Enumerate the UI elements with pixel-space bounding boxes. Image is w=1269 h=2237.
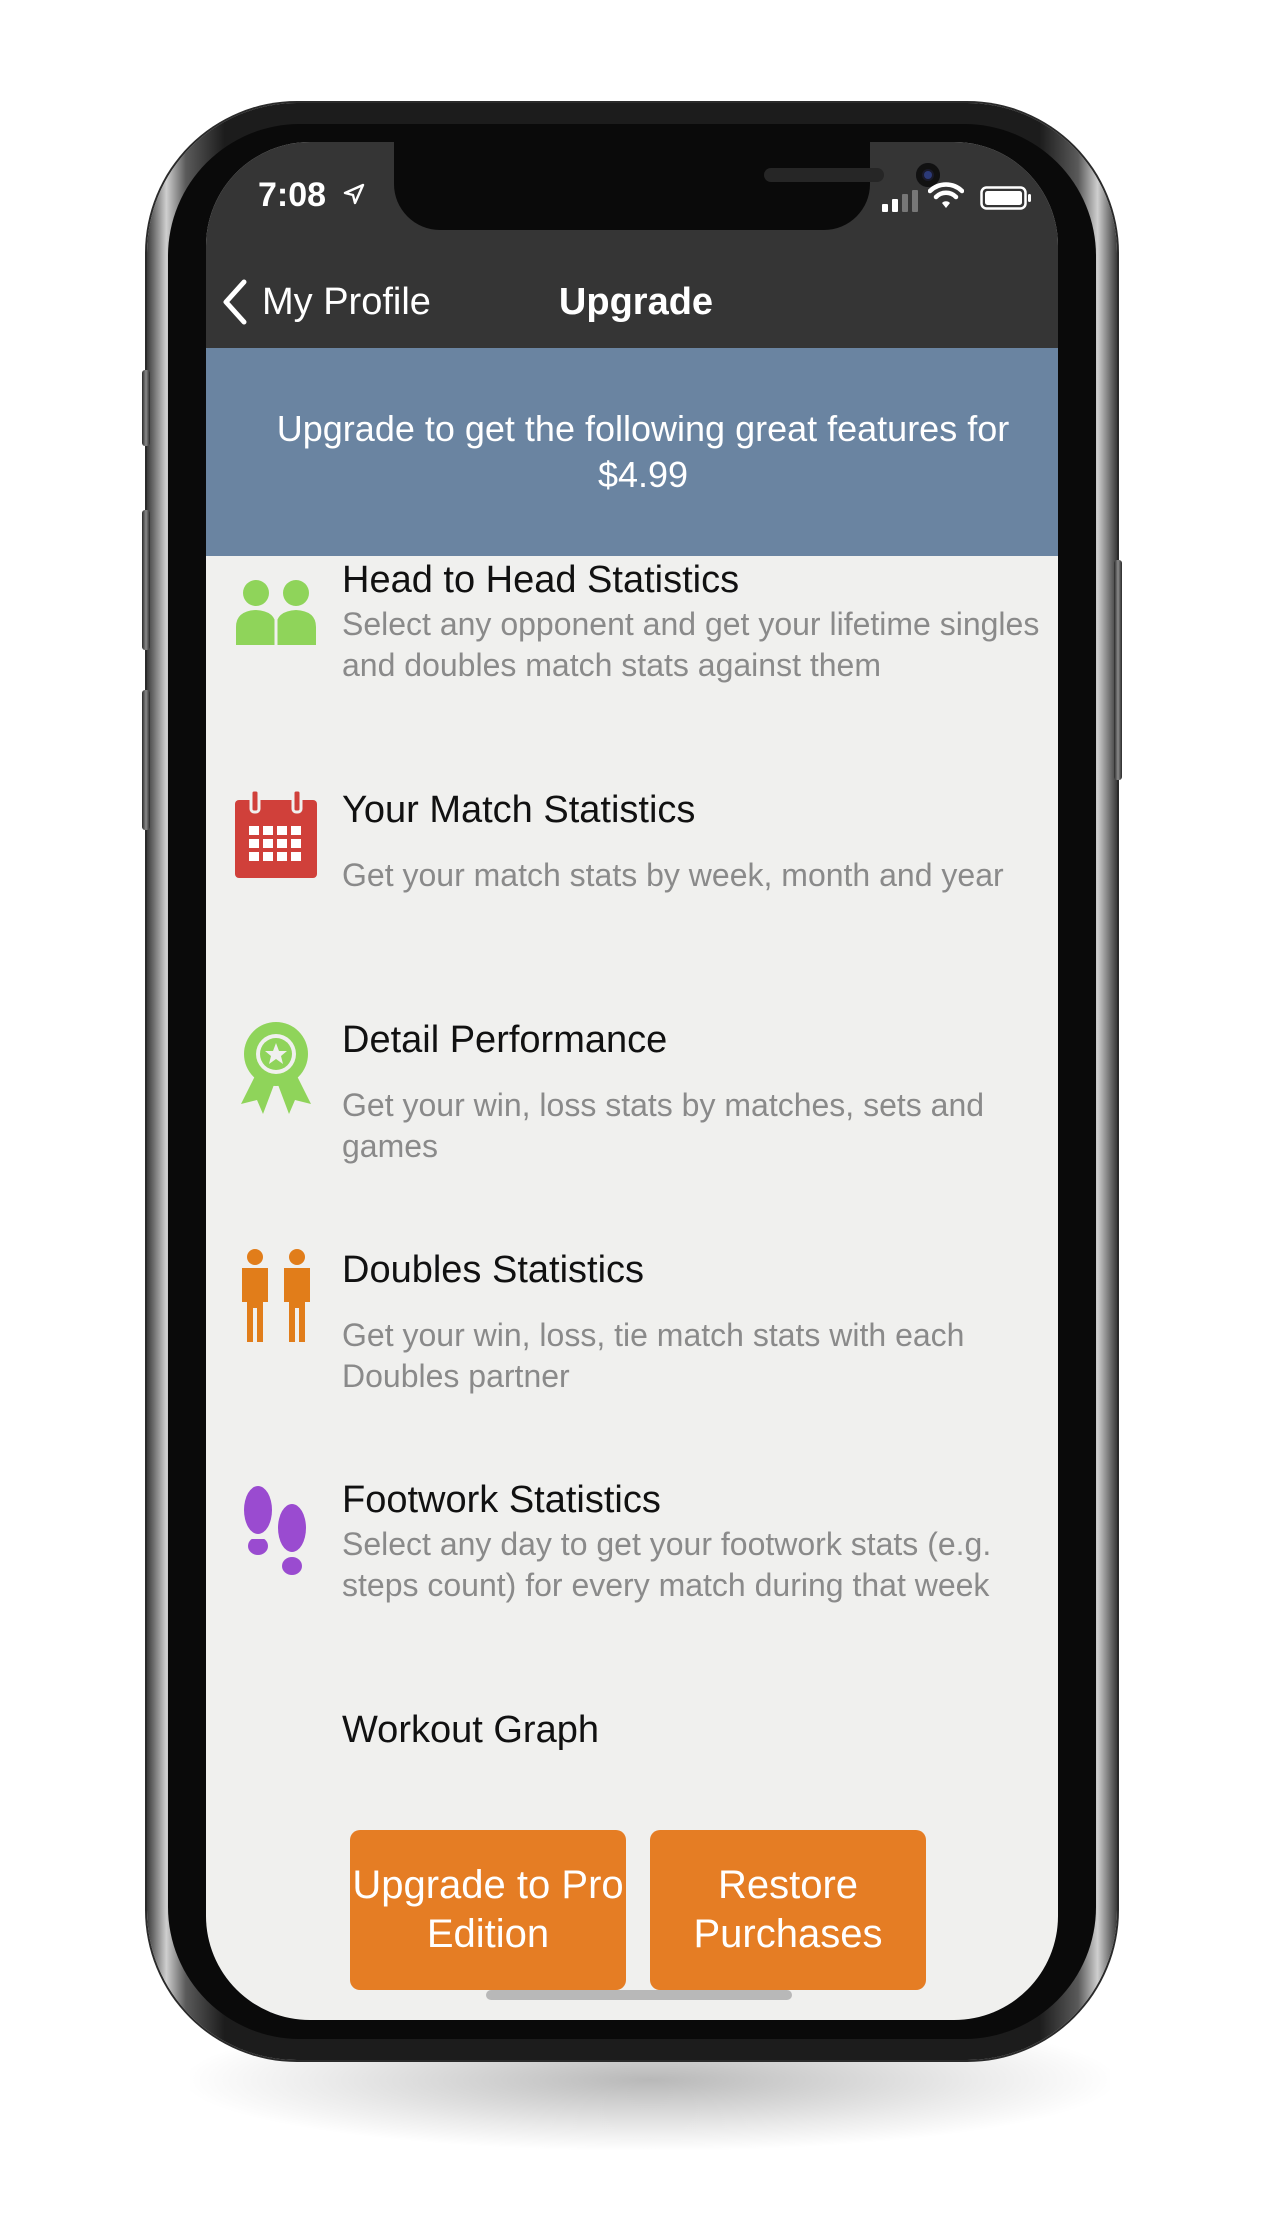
feature-title: Your Match Statistics [342, 789, 696, 831]
feature-title: Detail Performance [342, 1019, 668, 1061]
banner-text: Upgrade to get the following great featu… [276, 408, 1010, 495]
home-indicator[interactable] [486, 1990, 792, 2000]
mute-switch [142, 370, 150, 446]
power-button [1114, 560, 1122, 780]
status-time: 7:08 [258, 176, 327, 214]
wifi-icon [928, 182, 964, 208]
restore-purchases-button[interactable]: Restore Purchases [650, 1830, 926, 1990]
chevron-left-icon [223, 279, 247, 325]
doubles-partners-icon [226, 1246, 326, 1346]
footprints-icon [226, 1482, 326, 1582]
volume-up-button [142, 510, 150, 650]
two-people-icon [226, 556, 326, 653]
feature-description: Get your win, loss stats by matches, set… [342, 1087, 985, 1164]
feature-description: Select any day to get your footwork stat… [342, 1526, 992, 1603]
feature-title: Head to Head Statistics [342, 559, 740, 601]
upgrade-button[interactable]: Upgrade to Pro Edition [350, 1830, 626, 1990]
feature-title: Workout Graph [342, 1709, 599, 1751]
award-ribbon-icon [226, 1016, 326, 1116]
list-fade-cover [206, 1752, 1058, 1906]
notch [394, 142, 940, 230]
feature-list: Head to Head Statistics Select any oppon… [206, 556, 1058, 1906]
back-button-label: My Profile [262, 280, 431, 323]
calendar-icon [226, 784, 326, 884]
cellular-signal-icon [882, 190, 918, 212]
location-arrow-icon [343, 183, 365, 205]
feature-description: Get your win, loss, tie match stats with… [342, 1317, 965, 1394]
back-button[interactable]: My Profile [222, 274, 431, 330]
feature-title: Footwork Statistics [342, 1479, 661, 1521]
feature-description: Select any opponent and get your lifetim… [342, 606, 1040, 683]
feature-title: Doubles Statistics [342, 1249, 645, 1291]
navigation-bar: 7:08 My Profile Upgrade [206, 142, 1058, 348]
battery-icon [980, 186, 1031, 210]
feature-description: Get your match stats by week, month and … [342, 857, 1004, 893]
volume-down-button [142, 690, 150, 830]
app-screen: 7:08 My Profile Upgrade Upgrade to get t… [206, 142, 1058, 2020]
upgrade-banner: Upgrade to get the following great featu… [206, 348, 1058, 556]
speaker [764, 168, 884, 182]
